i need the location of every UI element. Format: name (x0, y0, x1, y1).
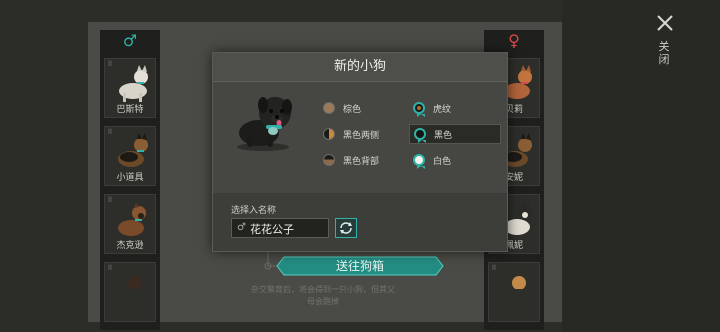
coat-option-black-sides[interactable]: 黑色两侧 (323, 125, 379, 143)
send-to-kennel-button[interactable]: 送往狗箱 (276, 256, 444, 276)
husky-dog-icon (119, 65, 148, 102)
coat-label: 棕色 (343, 104, 362, 115)
coat-label: 黑色两侧 (343, 130, 380, 141)
shepherd-dog-icon (118, 133, 148, 167)
dialog-title: 新的小狗 (333, 59, 386, 74)
dog-name: 杰克逊 (116, 241, 144, 251)
brindle-coat-swatch-icon (413, 102, 425, 117)
refresh-icon (340, 222, 352, 234)
send-button-label: 送往狗箱 (335, 259, 384, 273)
close-icon[interactable] (654, 12, 676, 34)
close-label[interactable]: 关闭 (658, 40, 670, 66)
female-header: ♀ (484, 30, 544, 50)
dog-card-partial[interactable]: ll (488, 262, 540, 322)
name-label: 选择入名称 (231, 206, 277, 216)
dog-card-jackson[interactable]: ll 杰克逊 (104, 194, 156, 254)
black-back-coat-swatch-icon (323, 154, 335, 166)
dog-card-buster[interactable]: ll 巴斯特 (104, 58, 156, 118)
male-header: ♂ (100, 30, 160, 50)
black-coat-swatch-icon (414, 128, 426, 143)
coat-label: 黑色背部 (343, 156, 380, 167)
dog-name: 巴斯特 (116, 105, 144, 115)
coat-label: 虎纹 (433, 104, 452, 115)
black-sides-coat-swatch-icon (323, 128, 335, 140)
selected-ribbon-icon (418, 140, 426, 143)
randomize-name-button[interactable] (335, 218, 357, 238)
dog-card-prop[interactable]: ll 小道具 (104, 126, 156, 186)
male-dog-column: ♂ ll 巴斯特 ll 小道具 ll 杰克逊 ll (100, 30, 160, 330)
selected-ribbon-icon (417, 114, 425, 117)
coat-option-brindle[interactable]: 虎纹 (413, 99, 451, 117)
coat-option-white[interactable]: 白色 (413, 151, 451, 169)
selected-ribbon-icon (417, 166, 425, 169)
brown-dog-icon (118, 202, 146, 236)
dog-card-partial[interactable]: ll (104, 262, 156, 322)
coat-label: 白色 (433, 156, 452, 167)
puppy-image (237, 97, 292, 151)
coat-label: 黑色 (434, 130, 453, 141)
puppy-name-input[interactable]: ♂ 花花公子 (231, 218, 329, 238)
female-icon: ♀ (508, 30, 520, 50)
male-icon: ♂ (237, 222, 246, 233)
male-icon: ♂ (122, 30, 138, 50)
breeding-hint: 杂交繁育后，将会得到一只小狗，但其父母会跑掉 (251, 285, 395, 306)
brown-coat-swatch-icon (323, 102, 335, 114)
dog-icon (128, 276, 142, 289)
white-coat-swatch-icon (413, 154, 425, 169)
coat-option-black-back[interactable]: 黑色背部 (323, 151, 379, 169)
dog-icon (512, 276, 526, 289)
dog-name: 小道具 (116, 173, 144, 183)
background-stripe (562, 0, 720, 332)
coat-option-black[interactable]: 黑色 (409, 124, 501, 144)
new-puppy-dialog: 新的小狗 棕色 黑色两侧 黑色背部 虎纹 黑色 白色 选择入名称 ♂ 花花公子 (212, 52, 508, 252)
coat-option-brown[interactable]: 棕色 (323, 99, 361, 117)
puppy-name-value: 花花公子 (250, 223, 294, 236)
